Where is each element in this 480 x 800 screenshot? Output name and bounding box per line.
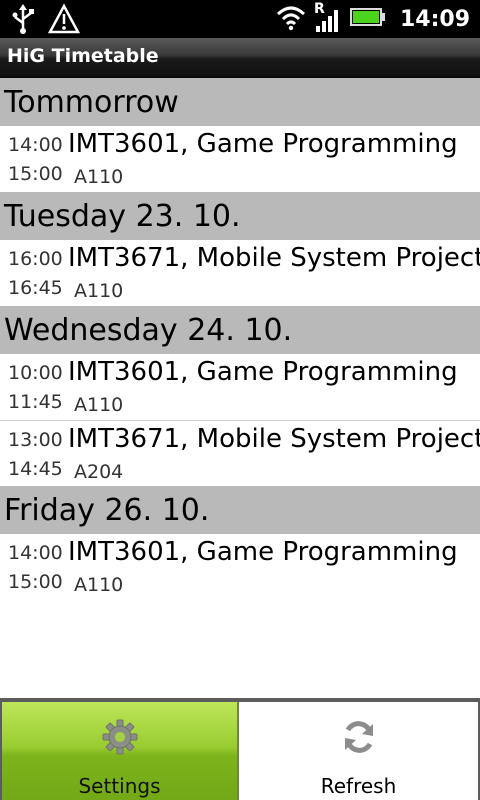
course-name: IMT3601, Game Programming (68, 129, 458, 159)
end-time: 15:00 (8, 571, 63, 593)
list-item[interactable]: 14:00 15:00 IMT3601, Game Programming A1… (0, 126, 480, 192)
start-time: 13:00 (8, 429, 63, 451)
refresh-icon (340, 718, 378, 756)
room: A204 (74, 461, 124, 483)
list-item[interactable]: 10:00 11:45 IMT3601, Game Programming A1… (0, 354, 480, 420)
signal-icon: R (314, 1, 342, 34)
room: A110 (74, 280, 124, 302)
battery-icon (349, 7, 386, 31)
course-name: IMT3601, Game Programming (68, 537, 458, 567)
gear-icon (101, 718, 139, 756)
course-name: IMT3601, Game Programming (68, 357, 458, 387)
warning-icon (47, 3, 81, 39)
course-name: IMT3671, Mobile System Project (68, 243, 480, 273)
app-title: HiG Timetable (7, 45, 159, 67)
refresh-label: Refresh (320, 774, 397, 798)
status-time: 14:09 (399, 6, 470, 32)
room: A110 (74, 574, 124, 596)
settings-button[interactable]: Settings (2, 702, 239, 800)
course-name: IMT3671, Mobile System Project (68, 424, 480, 454)
title-bar: HiG Timetable (0, 38, 480, 78)
day-header-friday: Friday 26. 10. (0, 486, 480, 534)
day-header-tuesday: Tuesday 23. 10. (0, 192, 480, 240)
usb-icon (10, 3, 36, 39)
wifi-icon (276, 3, 306, 35)
status-indicators[interactable]: R 14:09 (276, 1, 470, 35)
list-item[interactable]: 13:00 14:45 IMT3671, Mobile System Proje… (0, 420, 480, 486)
end-time: 11:45 (8, 391, 63, 413)
status-notifications[interactable] (10, 3, 81, 39)
timetable-list[interactable]: Tommorrow 14:00 15:00 IMT3601, Game Prog… (0, 78, 480, 600)
end-time: 14:45 (8, 458, 63, 480)
options-menu: Settings Refresh (0, 698, 480, 800)
room: A110 (74, 394, 124, 416)
end-time: 15:00 (8, 163, 63, 185)
refresh-button[interactable]: Refresh (239, 702, 478, 800)
list-item[interactable]: 14:00 15:00 IMT3601, Game Programming A1… (0, 534, 480, 600)
start-time: 14:00 (8, 542, 63, 564)
settings-label: Settings (78, 774, 161, 798)
screen: R 14:09 HiG Timetable Tommorrow 14:00 15… (0, 0, 480, 800)
status-bar: R 14:09 (0, 0, 480, 38)
start-time: 14:00 (8, 134, 63, 156)
day-header-tomorrow: Tommorrow (0, 78, 480, 126)
list-item[interactable]: 16:00 16:45 IMT3671, Mobile System Proje… (0, 240, 480, 306)
end-time: 16:45 (8, 277, 63, 299)
start-time: 10:00 (8, 362, 63, 384)
day-header-wednesday: Wednesday 24. 10. (0, 306, 480, 354)
room: A110 (74, 166, 124, 188)
start-time: 16:00 (8, 248, 63, 270)
